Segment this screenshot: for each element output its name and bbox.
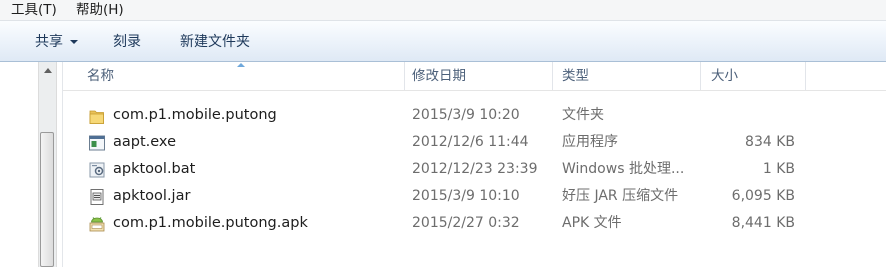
column-header-date[interactable]: 修改日期	[412, 62, 466, 90]
chevron-down-icon	[70, 40, 78, 44]
file-type: APK 文件	[562, 215, 622, 231]
column-divider[interactable]	[700, 62, 701, 90]
navigation-scrollbar[interactable]	[38, 62, 57, 267]
scroll-up-arrow-icon[interactable]	[39, 62, 56, 79]
file-type: 文件夹	[562, 107, 604, 123]
file-row[interactable]: aapt.exe 2012/12/6 11:44 应用程序 834 KB	[63, 130, 886, 155]
file-row[interactable]: com.p1.mobile.putong 2015/3/9 10:20 文件夹	[63, 103, 886, 128]
file-name: com.p1.mobile.putong	[113, 107, 277, 123]
menu-tools[interactable]: 工具(T)	[9, 1, 59, 19]
column-header-size[interactable]: 大小	[711, 62, 738, 90]
jar-icon	[87, 187, 107, 207]
file-date: 2015/3/9 10:20	[412, 107, 520, 123]
folder-icon	[87, 106, 107, 126]
file-date: 2012/12/6 11:44	[412, 134, 529, 150]
file-size: 1 KB	[762, 161, 795, 177]
command-bar: 共享 刻录 新建文件夹	[0, 21, 886, 62]
file-size	[708, 103, 795, 128]
file-type: 好压 JAR 压缩文件	[562, 188, 679, 204]
file-type: Windows 批处理...	[562, 161, 685, 177]
burn-button[interactable]: 刻录	[111, 31, 143, 53]
share-label: 共享	[35, 34, 63, 50]
share-button[interactable]: 共享	[33, 31, 80, 53]
file-name: apktool.bat	[113, 161, 196, 177]
apk-icon	[87, 214, 107, 234]
file-size: 834 KB	[745, 134, 795, 150]
column-divider[interactable]	[404, 62, 405, 90]
file-size: 6,095 KB	[731, 188, 795, 204]
exe-icon	[87, 133, 107, 153]
new-folder-button[interactable]: 新建文件夹	[178, 31, 252, 53]
bat-icon	[87, 160, 107, 180]
file-row[interactable]: apktool.bat 2012/12/23 23:39 Windows 批处理…	[63, 157, 886, 182]
column-divider[interactable]	[805, 62, 806, 90]
column-header-row: 名称 修改日期 类型 大小	[63, 62, 886, 91]
menu-bar: 工具(T) 帮助(H)	[0, 0, 886, 21]
column-header-name[interactable]: 名称	[87, 62, 114, 90]
file-row[interactable]: apktool.jar 2015/3/9 10:10 好压 JAR 压缩文件 6…	[63, 184, 886, 209]
file-name: com.p1.mobile.putong.apk	[113, 215, 308, 231]
file-name: apktool.jar	[113, 188, 191, 204]
column-header-type[interactable]: 类型	[562, 62, 589, 90]
file-date: 2015/2/27 0:32	[412, 215, 520, 231]
file-date: 2015/3/9 10:10	[412, 188, 520, 204]
menu-help[interactable]: 帮助(H)	[74, 1, 126, 19]
file-date: 2012/12/23 23:39	[412, 161, 538, 177]
sort-ascending-icon	[237, 63, 245, 67]
file-type: 应用程序	[562, 134, 618, 150]
file-size: 8,441 KB	[731, 215, 795, 231]
file-name: aapt.exe	[113, 134, 176, 150]
file-row[interactable]: com.p1.mobile.putong.apk 2015/2/27 0:32 …	[63, 211, 886, 236]
scrollbar-thumb[interactable]	[40, 132, 54, 267]
column-divider[interactable]	[552, 62, 553, 90]
